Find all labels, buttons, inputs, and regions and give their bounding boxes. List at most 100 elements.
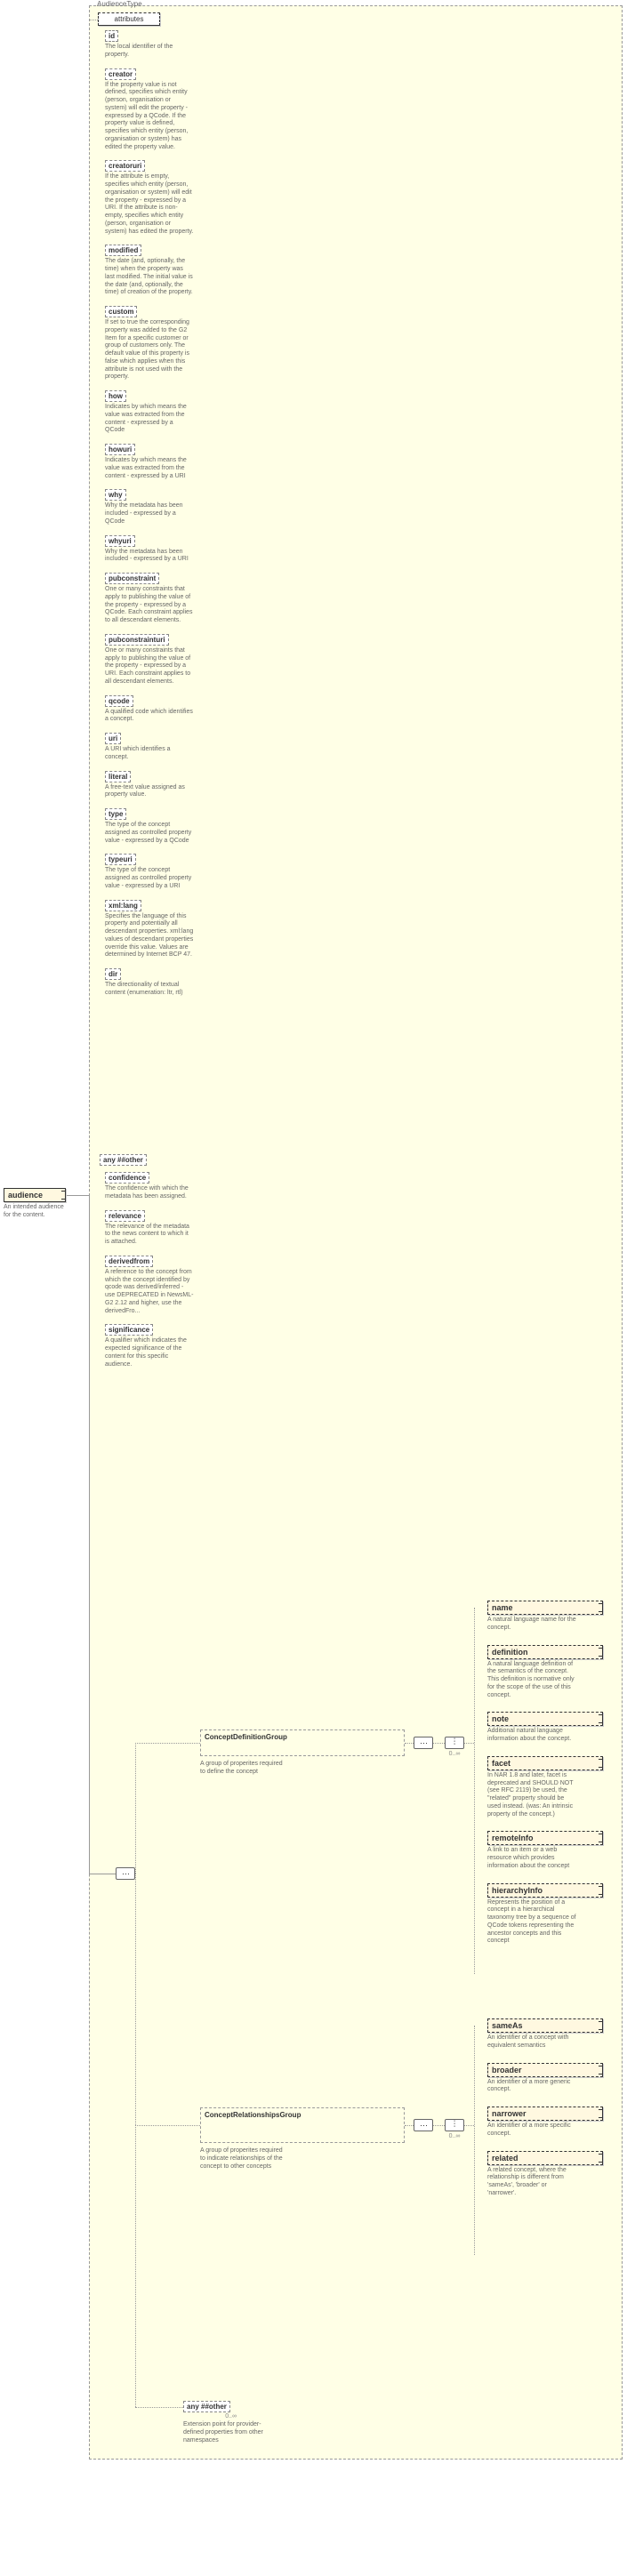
child-description: A link to an item or a web resource whic… (487, 1847, 576, 1870)
attr-description: Indicates by which means the value was e… (105, 404, 194, 435)
choice-connector-def (445, 1737, 464, 1749)
attr-description: The date (and, optionally, the time) whe… (105, 258, 194, 297)
attr-why: whyWhy the metadata has been included - … (105, 489, 194, 526)
attr-name[interactable]: dir (105, 968, 121, 980)
attr-name[interactable]: whyuri (105, 535, 135, 547)
attr-name[interactable]: how (105, 390, 126, 402)
narrower-element[interactable]: narrower (487, 2107, 603, 2121)
remoteinfo-element[interactable]: remoteInfo (487, 1831, 603, 1845)
note-element[interactable]: note (487, 1712, 603, 1726)
attr-description: A free-text value assigned as property v… (105, 784, 194, 800)
group-desc: A group of properites required to define… (200, 1761, 289, 1777)
attr-pubconstraint: pubconstraintOne or many constraints tha… (105, 573, 194, 625)
rel-children-list: sameAsAn identifier of a concept with eq… (487, 2018, 603, 2211)
attr-description: A reference to the concept from which th… (105, 1269, 194, 1316)
child-description: An identifier of a more generic concept. (487, 2079, 576, 2095)
extra-attributes-list: confidenceThe confidence with which the … (105, 1172, 194, 1377)
attr-name[interactable]: significance (105, 1324, 153, 1336)
attr-name[interactable]: relevance (105, 1210, 145, 1222)
attr-modified: modified The date (and, optionally, the t… (105, 245, 194, 297)
broader-element[interactable]: broader (487, 2063, 603, 2077)
attr-significance: significanceA qualifier which indicates … (105, 1324, 194, 1368)
child-name: name A natural language name for the conc… (487, 1601, 603, 1633)
attr-description: If set to true the corresponding propert… (105, 319, 194, 381)
attr-dir: dirThe directionality of textual content… (105, 968, 194, 998)
attr-description: The local identifier of the property. (105, 44, 194, 60)
attr-name[interactable]: derivedfrom (105, 1256, 153, 1267)
attr-name[interactable]: xml:lang (105, 900, 141, 911)
definition-element[interactable]: definition (487, 1645, 603, 1659)
seq-connector-rel (414, 2119, 433, 2131)
attr-description: A qualified code which identifies a conc… (105, 709, 194, 725)
attr-name[interactable]: qcode (105, 695, 133, 707)
concept-relationships-group-panel: ConceptRelationshipsGroup (200, 2107, 405, 2143)
attr-whyuri: whyuriWhy the metadata has been included… (105, 535, 194, 565)
attr-how: how Indicates by which means the value wa… (105, 390, 194, 435)
child-facet: facet In NAR 1.8 and later, facet is depr… (487, 1756, 603, 1819)
child-sameas: sameAsAn identifier of a concept with eq… (487, 2018, 603, 2050)
attr-name[interactable]: custom (105, 306, 137, 317)
attr-literal: literal A free-text value assigned as pro… (105, 771, 194, 800)
attr-name[interactable]: creator (105, 68, 136, 80)
attr-name[interactable]: typeuri (105, 854, 136, 865)
child-definition: definitionA natural language definition … (487, 1645, 603, 1700)
child-broader: broader An identifier of a more generic c… (487, 2063, 603, 2095)
attributes-list: id The local identifier of the property. c… (105, 30, 194, 1007)
any-other-box[interactable]: any ##other (183, 2401, 230, 2412)
attributes-header: attributes (98, 12, 160, 26)
attr-description: The type of the concept assigned as cont… (105, 822, 194, 845)
attr-name[interactable]: why (105, 489, 126, 501)
group-desc: A group of properites required to indica… (200, 2147, 289, 2171)
attr-howuri: howuri Indicates by which means the value… (105, 444, 194, 480)
child-description: In NAR 1.8 and later, facet is deprecate… (487, 1772, 576, 1819)
attr-id: id The local identifier of the property. (105, 30, 194, 60)
attr-name[interactable]: uri (105, 733, 121, 744)
related-element[interactable]: related (487, 2151, 603, 2165)
attr-description: A qualifier which indicates the expected… (105, 1337, 194, 1368)
attr-description: One or many constraints that apply to pu… (105, 647, 194, 686)
attr-name[interactable]: howuri (105, 444, 135, 455)
attr-name[interactable]: pubconstraint (105, 573, 159, 584)
child-description: A related concept, where the relationshi… (487, 2167, 576, 2198)
attr-type: type The type of the concept assigned as … (105, 808, 194, 845)
attr-description: Why the metadata has been included - exp… (105, 502, 194, 526)
attr-any-wildcard: any ##other (100, 1154, 147, 1166)
choice-connector-rel (445, 2119, 464, 2131)
attributes-box[interactable]: attributes (98, 12, 160, 26)
attr-derivedfrom: derivedfrom A reference to the concept fr… (105, 1256, 194, 1316)
attr-name[interactable]: literal (105, 771, 131, 782)
element-label: audience (8, 1191, 43, 1200)
cardinality: 0..∞ (183, 2413, 237, 2420)
attr-name[interactable]: pubconstrainturi (105, 634, 169, 646)
sameas-element[interactable]: sameAs (487, 2018, 603, 2033)
facet-element[interactable]: facet (487, 1756, 603, 1770)
attr-name[interactable]: modified (105, 245, 141, 256)
attr-description: The relevance of the metadata to the new… (105, 1224, 194, 1247)
attr-name[interactable]: creatoruri (105, 160, 145, 172)
attr-description: Indicates by which means the value was e… (105, 457, 194, 480)
child-description: A natural language name for the concept. (487, 1617, 576, 1633)
attr-description: Specifies the language of this property … (105, 913, 194, 960)
seq-connector-def (414, 1737, 433, 1749)
attr-name[interactable]: type (105, 808, 126, 820)
name-element[interactable]: name (487, 1601, 603, 1615)
audience-element[interactable]: audience (4, 1188, 66, 1202)
attr-uri: uri A URI which identifies a concept. (105, 733, 194, 762)
hierarchyinfo-element[interactable]: hierarchyInfo (487, 1883, 603, 1898)
root-element: audience An intended audience for the co… (4, 1188, 66, 1220)
any-other-box[interactable]: any ##other (100, 1154, 147, 1166)
attr-name[interactable]: confidence (105, 1172, 149, 1184)
group-label: ConceptDefinitionGroup (205, 1733, 287, 1741)
attr-description: If the property value is not defined, sp… (105, 82, 194, 152)
child-related: related A related concept, where the rela… (487, 2151, 603, 2198)
child-remoteinfo: remoteInfo A link to an item or a web res… (487, 1831, 603, 1870)
attr-qcode: qcode A qualified code which identifies a… (105, 695, 194, 725)
attr-relevance: relevance The relevance of the metadata t… (105, 1210, 194, 1247)
attr-description: The confidence with which the metadata h… (105, 1185, 194, 1201)
attr-confidence: confidenceThe confidence with which the … (105, 1172, 194, 1201)
concept-definition-group-panel: ConceptDefinitionGroup (200, 1729, 405, 1756)
child-note: noteAdditional natural language informat… (487, 1712, 603, 1744)
attr-name[interactable]: id (105, 30, 118, 42)
attr-description: A URI which identifies a concept. (105, 746, 194, 762)
attr-custom: custom If set to true the corresponding p… (105, 306, 194, 381)
